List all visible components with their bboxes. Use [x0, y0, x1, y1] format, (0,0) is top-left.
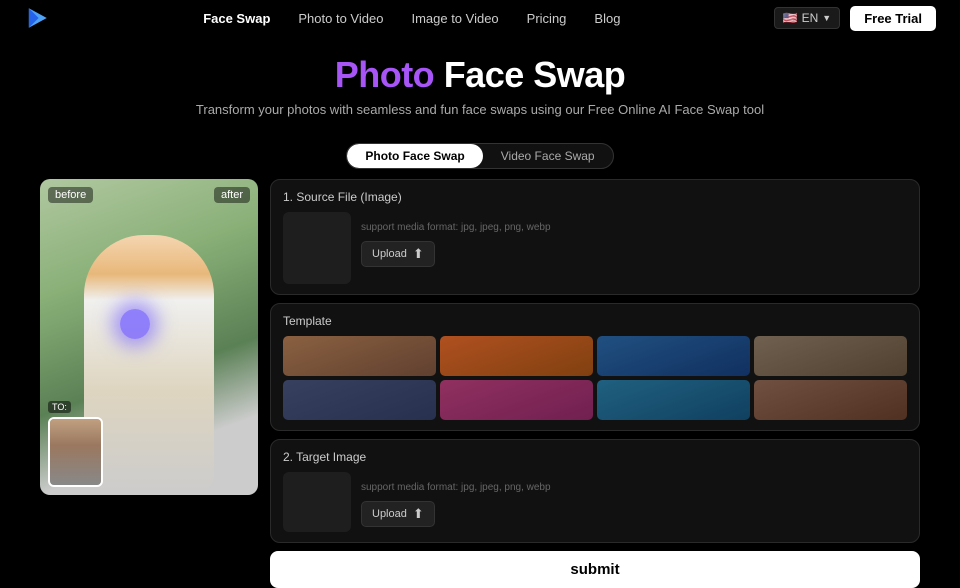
hero-title-colored: Photo: [335, 54, 434, 95]
glow-effect: [120, 309, 150, 339]
template-section-title: Template: [283, 314, 907, 328]
nav-image-to-video[interactable]: Image to Video: [411, 11, 498, 26]
right-panel: 1. Source File (Image) support media for…: [270, 179, 920, 588]
template-item-1[interactable]: [283, 336, 436, 376]
nav-links: Face Swap Photo to Video Image to Video …: [203, 11, 620, 26]
thumb-to-label: TO:: [48, 401, 71, 413]
target-format-text: support media format: jpg, jpeg, png, we…: [361, 482, 907, 493]
source-preview: [283, 212, 351, 284]
thumbnail-image: [50, 419, 101, 485]
flag-icon: 🇺🇸: [783, 11, 798, 25]
source-upload-label: Upload: [372, 248, 407, 260]
template-item-3[interactable]: [597, 336, 750, 376]
logo[interactable]: [24, 5, 50, 31]
hero-subtitle: Transform your photos with seamless and …: [0, 102, 960, 117]
submit-button[interactable]: submit: [270, 551, 920, 588]
template-item-2[interactable]: [440, 336, 593, 376]
source-section-title: 1. Source File (Image): [283, 190, 907, 204]
target-section-title: 2. Target Image: [283, 450, 907, 464]
nav-face-swap[interactable]: Face Swap: [203, 11, 270, 26]
nav-blog[interactable]: Blog: [594, 11, 620, 26]
nav-pricing[interactable]: Pricing: [527, 11, 567, 26]
before-label: before: [48, 187, 93, 203]
lang-label: EN: [802, 11, 819, 25]
tab-video-face-swap[interactable]: Video Face Swap: [483, 144, 613, 168]
language-selector[interactable]: 🇺🇸 EN ▼: [774, 7, 841, 29]
target-upload-button[interactable]: Upload ⬆: [361, 501, 435, 527]
template-item-7[interactable]: [597, 380, 750, 420]
before-after-panel: before after TO:: [40, 179, 258, 495]
thumbnail-overlay: [48, 417, 103, 487]
target-preview: [283, 472, 351, 532]
after-label: after: [214, 187, 250, 203]
source-upload-button[interactable]: Upload ⬆: [361, 241, 435, 267]
target-image-section: 2. Target Image support media format: jp…: [270, 439, 920, 543]
nav-right: 🇺🇸 EN ▼ Free Trial: [774, 6, 936, 31]
target-upload-icon: ⬆: [413, 506, 424, 522]
template-item-4[interactable]: [754, 336, 907, 376]
upload-icon: ⬆: [413, 246, 424, 262]
target-upload-area: support media format: jpg, jpeg, png, we…: [283, 472, 907, 532]
tab-photo-face-swap[interactable]: Photo Face Swap: [347, 144, 482, 168]
hero-title: Photo Face Swap: [0, 54, 960, 96]
template-grid: [283, 336, 907, 420]
main-content: before after TO: 1. Source File (Image) …: [0, 179, 960, 588]
template-item-8[interactable]: [754, 380, 907, 420]
hero-title-white: Face Swap: [434, 54, 625, 95]
template-section: Template: [270, 303, 920, 431]
source-file-section: 1. Source File (Image) support media for…: [270, 179, 920, 295]
template-item-6[interactable]: [440, 380, 593, 420]
source-upload-area: support media format: jpg, jpeg, png, we…: [283, 212, 907, 284]
source-format-text: support media format: jpg, jpeg, png, we…: [361, 222, 907, 233]
target-upload-info: support media format: jpg, jpeg, png, we…: [361, 472, 907, 527]
template-item-5[interactable]: [283, 380, 436, 420]
chevron-down-icon: ▼: [822, 13, 831, 23]
target-upload-label: Upload: [372, 508, 407, 520]
tab-pill: Photo Face Swap Video Face Swap: [346, 143, 613, 169]
tab-row: Photo Face Swap Video Face Swap: [0, 143, 960, 169]
free-trial-button[interactable]: Free Trial: [850, 6, 936, 31]
nav-photo-to-video[interactable]: Photo to Video: [298, 11, 383, 26]
navbar: Face Swap Photo to Video Image to Video …: [0, 0, 960, 36]
source-upload-info: support media format: jpg, jpeg, png, we…: [361, 212, 907, 267]
hero-section: Photo Face Swap Transform your photos wi…: [0, 36, 960, 131]
